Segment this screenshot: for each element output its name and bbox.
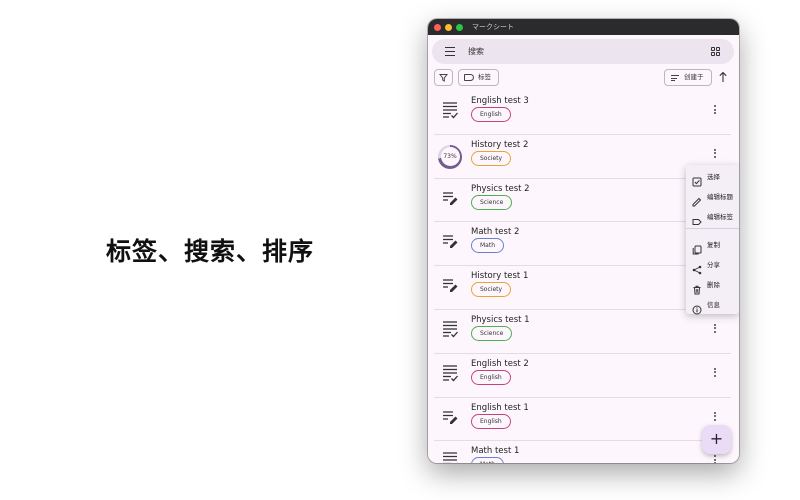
context-menu-item-label: 编辑标题 (707, 193, 733, 201)
more-options-icon[interactable] (714, 367, 717, 379)
edit-list-icon (442, 408, 458, 426)
minimize-window-button[interactable] (445, 23, 452, 31)
context-menu-item[interactable]: 删除 (686, 276, 739, 295)
context-menu-item[interactable]: 编辑标题 (686, 188, 739, 207)
context-menu-item-label: 删除 (707, 281, 720, 289)
item-title: Math test 2 (471, 227, 520, 238)
list-item[interactable]: English test 2 English (428, 354, 739, 398)
context-menu-item[interactable]: 编辑标签 (686, 208, 739, 226)
item-tag-chip[interactable]: Society (471, 150, 512, 166)
context-menu-item-label: 复制 (707, 241, 720, 249)
item-tag-chip[interactable]: Science (471, 325, 513, 341)
context-menu: 选择编辑标题编辑标签复制分享删除信息 (686, 165, 739, 315)
progress-ring: 73% (438, 144, 462, 169)
context-menu-item[interactable]: 信息 (686, 296, 739, 315)
context-menu-divider (686, 228, 739, 229)
list-item[interactable]: English test 3 English (428, 91, 739, 135)
item-tag-chip[interactable]: Science (471, 194, 513, 210)
tag-filter-chip[interactable]: 标签 (458, 69, 499, 86)
item-tag-chip[interactable]: English (471, 413, 511, 429)
filter-icon (438, 74, 449, 82)
more-options-icon[interactable] (714, 105, 717, 116)
promo-headline: 标签、搜索、排序 (106, 237, 315, 266)
context-menu-item-label: 分享 (707, 261, 720, 269)
pencil-icon (692, 192, 702, 207)
grid-view-icon[interactable] (711, 47, 720, 56)
item-title: Physics test 2 (471, 183, 530, 194)
tag-icon (464, 74, 474, 81)
context-menu-item[interactable]: 选择 (686, 168, 739, 187)
title-bar: マークシート (428, 19, 739, 35)
hamburger-menu-icon[interactable] (445, 47, 455, 56)
context-menu-item-label: 选择 (707, 173, 720, 181)
close-window-button[interactable] (434, 23, 441, 31)
item-title: English test 1 (471, 402, 529, 413)
item-tag-chip[interactable]: English (471, 107, 511, 122)
sort-icon (671, 75, 679, 83)
tag-icon (692, 212, 702, 225)
sort-direction-arrow-icon[interactable] (719, 71, 727, 83)
edit-list-icon (442, 232, 458, 250)
list-check-icon (442, 451, 458, 463)
list-item[interactable]: English test 1 English (428, 398, 739, 442)
info-icon (692, 300, 702, 315)
sort-label: 创建于 (684, 73, 704, 81)
item-tag-chip[interactable]: English (471, 369, 511, 385)
checkbox-icon (692, 172, 702, 187)
list-check-icon (442, 101, 458, 119)
context-menu-item[interactable]: 分享 (686, 256, 739, 275)
item-title: History test 2 (471, 139, 529, 150)
context-menu-item-label: 信息 (707, 301, 720, 309)
copy-icon (692, 240, 702, 255)
context-menu-item-label: 编辑标签 (707, 213, 733, 221)
more-options-icon[interactable] (714, 323, 717, 335)
item-title: Physics test 1 (471, 314, 530, 325)
more-options-icon[interactable] (714, 148, 717, 160)
sort-button[interactable]: 创建于 (664, 69, 712, 86)
share-icon (692, 260, 702, 275)
window-title: マークシート (472, 23, 514, 31)
edit-list-icon (442, 189, 458, 207)
item-title: English test 3 (471, 96, 529, 106)
item-tag-chip[interactable]: Society (471, 282, 512, 298)
more-options-icon[interactable] (714, 411, 717, 423)
list-item[interactable]: Physics test 1 Science (428, 310, 739, 354)
zoom-window-button[interactable] (456, 23, 463, 31)
search-input[interactable]: 搜索 (468, 39, 484, 64)
app-window: マークシート 搜索 标签 创建于 English test 3 English 73… (428, 19, 739, 463)
item-title: English test 2 (471, 358, 529, 369)
list-item[interactable]: Math test 1Math (428, 441, 739, 463)
more-options-icon[interactable] (714, 455, 717, 463)
progress-label: 73% (443, 152, 457, 160)
item-title: Math test 1 (471, 446, 520, 457)
item-tag-chip[interactable]: Math (471, 238, 505, 254)
add-button[interactable]: + (702, 425, 731, 454)
list-check-icon (442, 320, 458, 338)
filter-button[interactable] (434, 69, 453, 86)
context-menu-item[interactable]: 复制 (686, 236, 739, 255)
tag-filter-label: 标签 (478, 73, 491, 81)
item-tag-chip[interactable]: Math (471, 457, 505, 463)
item-title: History test 1 (471, 271, 529, 282)
trash-icon (692, 280, 702, 295)
edit-list-icon (442, 276, 458, 294)
search-bar[interactable]: 搜索 (432, 39, 734, 64)
list-check-icon (442, 364, 458, 382)
